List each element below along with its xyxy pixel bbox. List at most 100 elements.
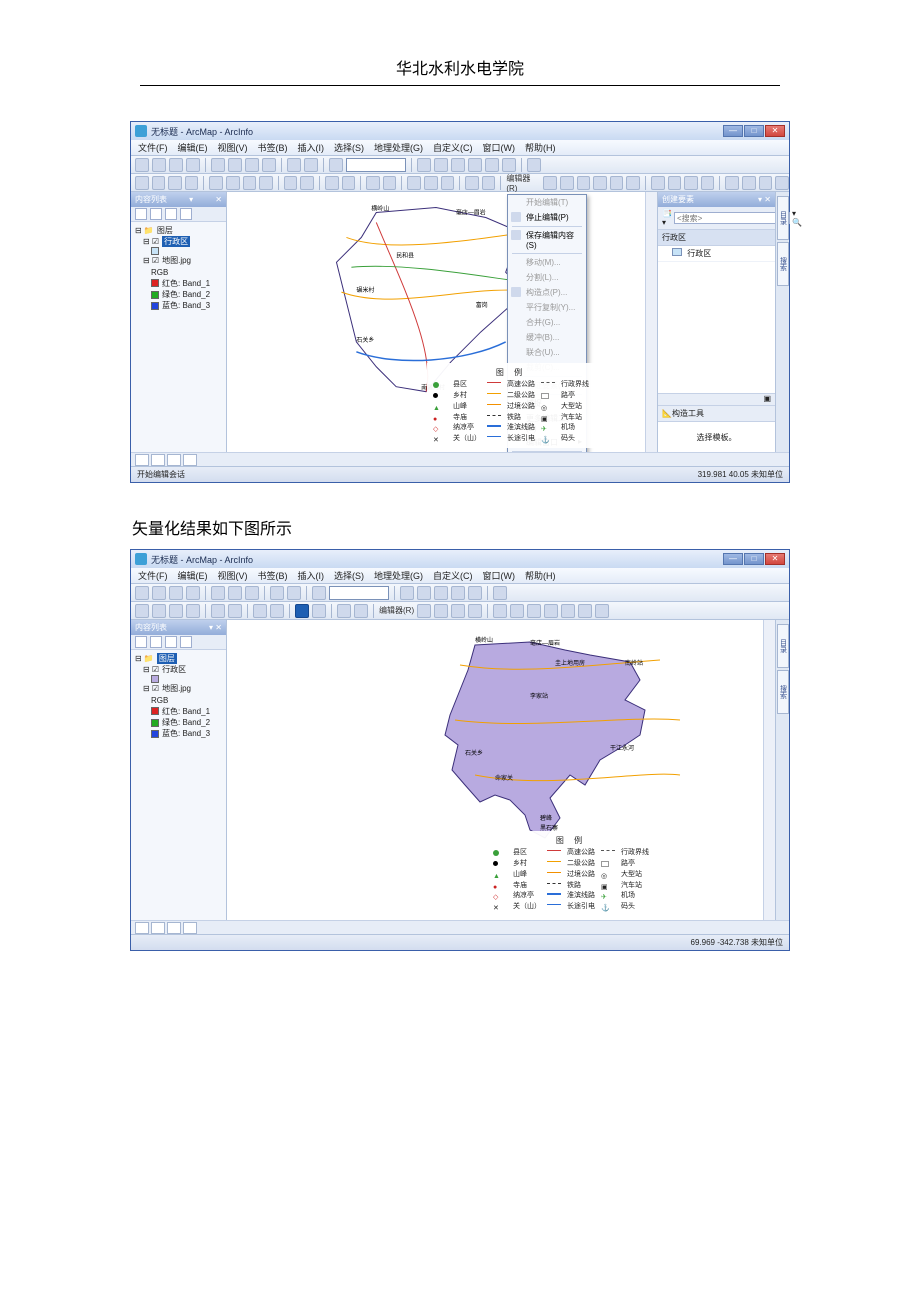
minimize-button[interactable]: — [723, 125, 743, 137]
back-extent[interactable] [243, 176, 257, 190]
edit-vertices[interactable] [651, 176, 665, 190]
refresh-button[interactable] [167, 454, 181, 466]
pan-2[interactable] [169, 604, 183, 618]
find-button[interactable] [366, 176, 380, 190]
editor-toolbox-icon[interactable] [417, 158, 431, 172]
data-view-tab-2[interactable] [135, 922, 149, 934]
back-extent-2[interactable] [211, 604, 225, 618]
list-by-drawing-order-icon[interactable] [135, 208, 147, 220]
create-features-2[interactable] [595, 604, 609, 618]
map-canvas[interactable]: 横岭山 毫店—眉岩 南岭站 民和县 碾米村 富岗 平江永河 石关乡 南眉河村 开… [227, 192, 645, 452]
toc-root[interactable]: ⊟ 📁 图层 [135, 225, 222, 236]
zoom-out-button[interactable] [152, 176, 166, 190]
menu-geoprocessing[interactable]: 地理处理(G) [371, 141, 426, 154]
template-search-input[interactable] [674, 212, 790, 224]
toc-symbol-xingzhengqu[interactable] [151, 247, 222, 255]
menu-windows[interactable]: 窗口(W) [480, 141, 519, 154]
menu2-insert[interactable]: 插入(I) [295, 569, 328, 582]
paste-button[interactable] [245, 158, 259, 172]
menu2-bookmarks[interactable]: 书签(B) [255, 569, 291, 582]
identify-button[interactable] [342, 176, 356, 190]
new-button[interactable] [135, 158, 149, 172]
point-2[interactable] [468, 604, 482, 618]
search-tab[interactable]: 搜索 [777, 242, 789, 286]
data-view-tab[interactable] [135, 454, 149, 466]
toc-icon[interactable] [434, 158, 448, 172]
refresh-2[interactable] [167, 922, 181, 934]
scale-combo-2[interactable] [329, 586, 389, 600]
toc-mode-1[interactable] [135, 636, 147, 648]
fixed-zoom-in[interactable] [209, 176, 223, 190]
measure-2[interactable] [337, 604, 351, 618]
search-icon-2[interactable] [451, 586, 465, 600]
create-features-button[interactable] [775, 176, 789, 190]
modelbuilder-icon[interactable] [502, 158, 516, 172]
menu2-edit[interactable]: 编辑(E) [175, 569, 211, 582]
minimize-button-2[interactable]: — [723, 553, 743, 565]
editor-dropdown-label[interactable]: 编辑器(R) [506, 173, 540, 193]
add-data-button-2[interactable] [312, 586, 326, 600]
delete-button[interactable] [262, 158, 276, 172]
toc2-xingzhengqu[interactable]: ⊟ ☑ 行政区 [143, 664, 222, 675]
select-elements[interactable] [325, 176, 339, 190]
split-2[interactable] [527, 604, 541, 618]
menu2-geoprocessing[interactable]: 地理处理(G) [371, 569, 426, 582]
menu-bookmarks[interactable]: 书签(B) [255, 141, 291, 154]
arccatalog-tab[interactable]: 目录 [777, 196, 789, 240]
toc-layer-xingzhengqu[interactable]: ⊟ ☑ 行政区 [143, 236, 222, 247]
filter-icon[interactable]: 📑▾ [662, 209, 672, 227]
straight-segment-2[interactable] [434, 604, 448, 618]
catalog-icon-2[interactable] [434, 586, 448, 600]
rotate-tool[interactable] [725, 176, 739, 190]
menu2-help[interactable]: 帮助(H) [522, 569, 559, 582]
open-button[interactable] [152, 158, 166, 172]
save-button[interactable] [169, 158, 183, 172]
go-to-xy-button[interactable] [383, 176, 397, 190]
edit-annotation[interactable] [560, 176, 574, 190]
undo-button-2[interactable] [270, 586, 284, 600]
panel-pin-icon[interactable]: ▾ ✕ [758, 195, 771, 204]
select-features[interactable] [284, 176, 298, 190]
cut-polygons[interactable] [684, 176, 698, 190]
toc-pin-2[interactable]: ▾ ✕ [209, 623, 222, 632]
identify-2-active[interactable] [295, 604, 309, 618]
attributes-button[interactable] [742, 176, 756, 190]
menu-stop-editing[interactable]: 停止编辑(P) [508, 210, 586, 225]
toc-mode-4[interactable] [180, 636, 192, 648]
menu-customize[interactable]: 自定义(C) [430, 141, 476, 154]
copy-button-2[interactable] [228, 586, 242, 600]
time-slider-button[interactable] [465, 176, 479, 190]
toc-icon-2[interactable] [417, 586, 431, 600]
menu-selection[interactable]: 选择(S) [331, 141, 367, 154]
toc2-root[interactable]: ⊟ 📁 图层 [135, 653, 222, 664]
toc-pin-icon[interactable]: ▾ [189, 195, 193, 204]
rotate-2[interactable] [544, 604, 558, 618]
menu-save-edits[interactable]: 保存编辑内容(S) [508, 228, 586, 252]
template-item[interactable]: 行政区 [658, 246, 775, 262]
redo-button-2[interactable] [287, 586, 301, 600]
pan-button[interactable] [168, 176, 182, 190]
clear-selection[interactable] [300, 176, 314, 190]
sketch-2[interactable] [578, 604, 592, 618]
fixed-zoom-out[interactable] [226, 176, 240, 190]
menu2-windows[interactable]: 窗口(W) [480, 569, 519, 582]
menu2-file[interactable]: 文件(F) [135, 569, 171, 582]
split-tool[interactable] [701, 176, 715, 190]
map-vscroll-2[interactable] [763, 620, 775, 920]
search-tab-2[interactable]: 搜索 [777, 670, 789, 714]
scale-combo[interactable] [346, 158, 406, 172]
point-tool[interactable] [626, 176, 640, 190]
menu2-customize[interactable]: 自定义(C) [430, 569, 476, 582]
copy-button[interactable] [228, 158, 242, 172]
layout-view-tab[interactable] [151, 454, 165, 466]
undo-button[interactable] [287, 158, 301, 172]
print-button[interactable] [186, 158, 200, 172]
paste-button-2[interactable] [245, 586, 259, 600]
pause-drawing-button[interactable] [183, 454, 197, 466]
close-button-2[interactable]: ✕ [765, 553, 785, 565]
toc-close-icon[interactable]: ✕ [215, 195, 222, 204]
redo-button[interactable] [304, 158, 318, 172]
vertices-2[interactable] [493, 604, 507, 618]
trace-tool[interactable] [610, 176, 624, 190]
reshape-tool[interactable] [668, 176, 682, 190]
